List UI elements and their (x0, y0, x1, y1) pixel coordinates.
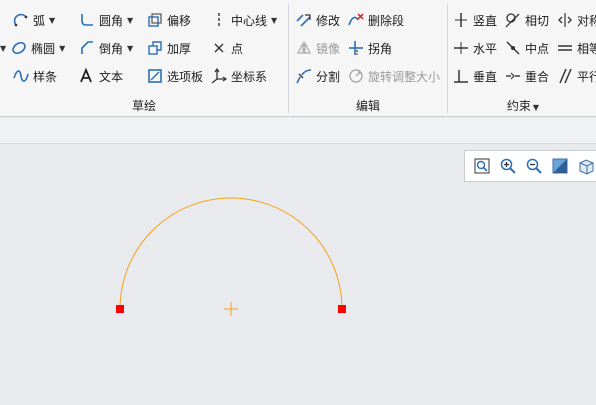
arc-endpoint-right[interactable] (338, 305, 346, 313)
semicircle-arc[interactable] (119, 197, 343, 310)
sketch-geometry (116, 197, 346, 316)
arc-endpoint-left[interactable] (116, 305, 124, 313)
arc-center-mark (224, 302, 238, 316)
